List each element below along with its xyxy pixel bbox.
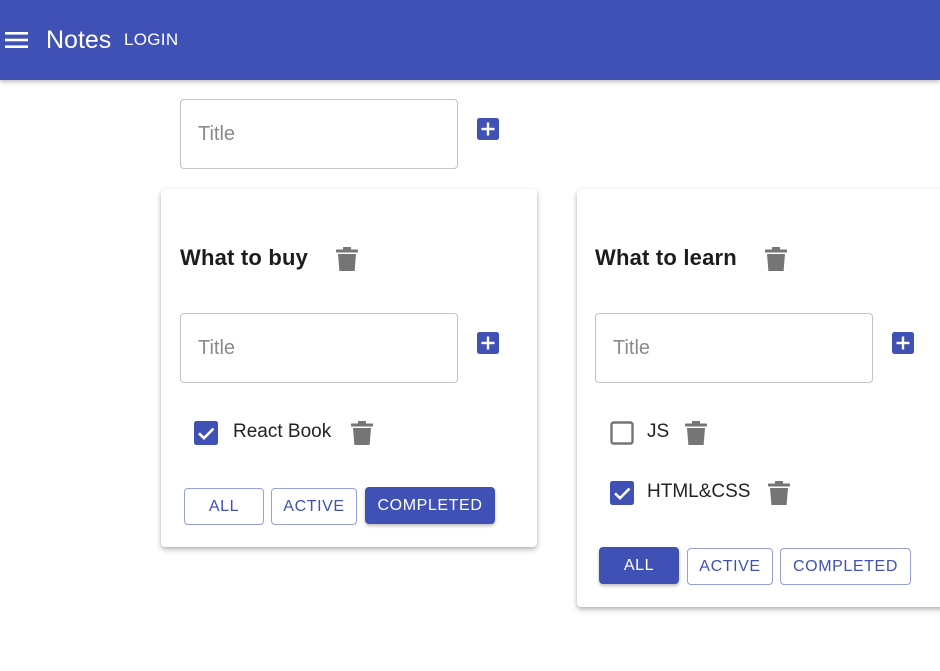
filter-completed-button[interactable]: COMPLETED xyxy=(780,548,911,585)
filter-active-button[interactable]: ACTIVE xyxy=(687,548,773,585)
delete-task-trash-icon[interactable] xyxy=(685,421,707,445)
task-label: JS xyxy=(647,421,670,442)
task-label: HTML&CSS xyxy=(647,481,751,502)
new-task-title-input[interactable] xyxy=(595,313,873,383)
app-bar: Notes LOGIN xyxy=(0,0,940,80)
add-list-button[interactable] xyxy=(477,118,499,140)
filter-active-button[interactable]: ACTIVE xyxy=(271,488,357,525)
filter-completed-button[interactable]: COMPLETED xyxy=(365,487,495,524)
new-task-title-input[interactable] xyxy=(180,313,458,383)
delete-list-trash-icon[interactable] xyxy=(765,247,787,271)
app-title: Notes xyxy=(46,26,112,54)
card-title: What to buy xyxy=(180,245,309,270)
todolist-card: What to learn JS HTML&CSS ALL ACTIVE COM… xyxy=(577,189,940,607)
login-button[interactable]: LOGIN xyxy=(124,29,178,51)
add-task-button[interactable] xyxy=(892,332,914,354)
card-title: What to learn xyxy=(595,245,737,270)
filter-all-button[interactable]: ALL xyxy=(184,488,264,525)
delete-task-trash-icon[interactable] xyxy=(351,421,373,445)
add-task-button[interactable] xyxy=(477,332,499,354)
delete-list-trash-icon[interactable] xyxy=(336,247,358,271)
task-checkbox-unchecked-icon[interactable] xyxy=(610,421,634,445)
task-checkbox-checked-icon[interactable] xyxy=(194,421,218,445)
new-list-title-input[interactable] xyxy=(180,99,458,169)
todolist-card: What to buy React Book ALL ACTIVE COMPLE… xyxy=(161,189,537,547)
delete-task-trash-icon[interactable] xyxy=(768,481,790,505)
menu-icon[interactable] xyxy=(4,28,30,52)
filter-all-button[interactable]: ALL xyxy=(599,547,679,584)
task-label: React Book xyxy=(233,421,332,442)
task-checkbox-checked-icon[interactable] xyxy=(610,481,634,505)
